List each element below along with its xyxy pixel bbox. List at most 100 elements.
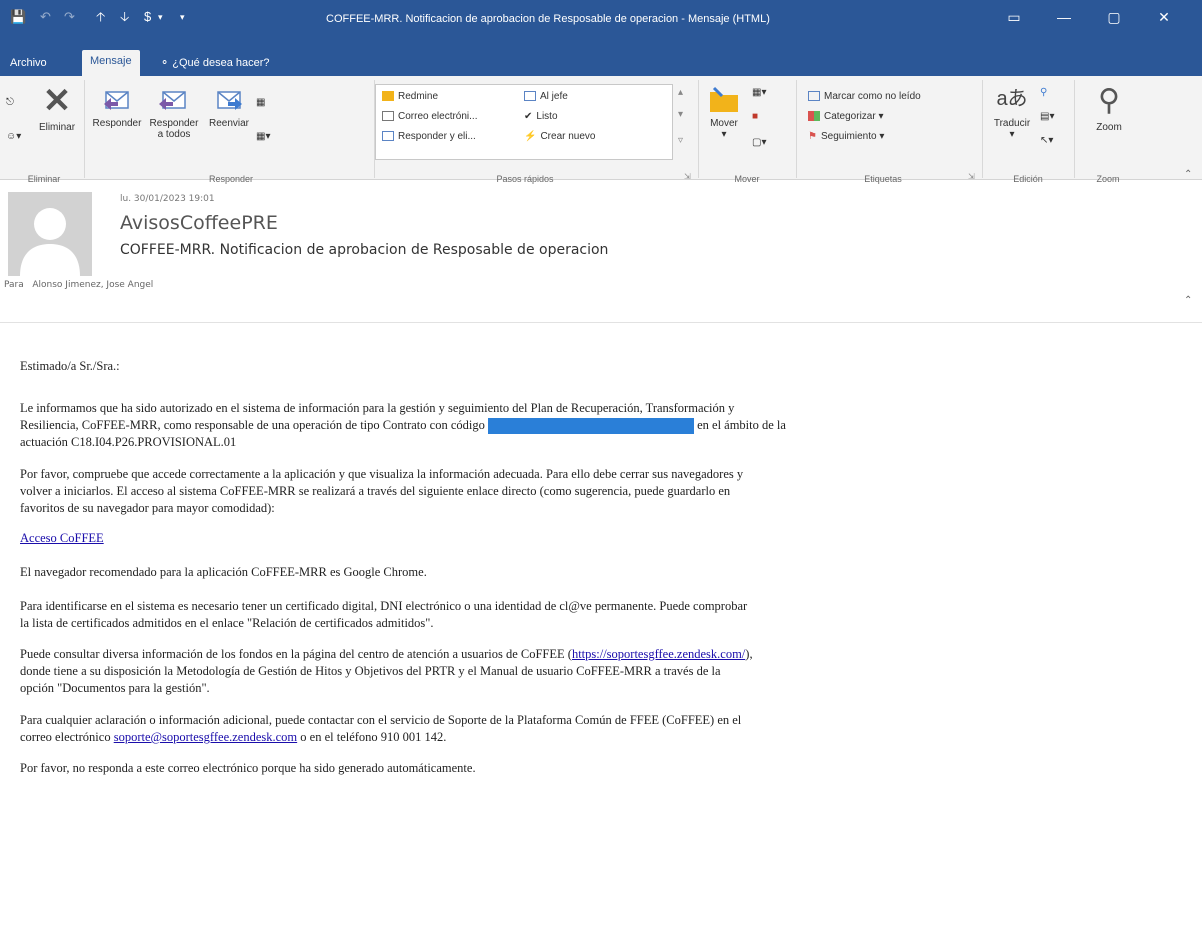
quick-step-label: Listo: [536, 111, 558, 122]
delete-label: Eliminar: [38, 122, 76, 133]
paragraph-4: Para identificarse en el sistema es nece…: [20, 598, 1190, 632]
gallery-expand[interactable]: ▿: [678, 134, 683, 148]
quick-step-label: Responder y eli...: [398, 131, 476, 142]
paragraph-line: Para cualquier aclaración o información …: [20, 713, 742, 727]
greeting: Estimado/a Sr./Sra.:: [20, 359, 120, 373]
group-label-mover: Mover: [734, 174, 760, 184]
forward-button[interactable]: Reenviar: [204, 84, 254, 129]
related-icon[interactable]: ▤▾: [1040, 110, 1054, 124]
group-label-pasos: Pasos rápidos: [496, 174, 554, 184]
paragraph-6: Para cualquier aclaración o información …: [20, 712, 1190, 746]
tab-mensaje[interactable]: Mensaje: [82, 50, 140, 76]
followup-button[interactable]: ⚑ Seguimiento ▾: [808, 130, 884, 144]
maximize-button[interactable]: ▢: [1094, 6, 1134, 28]
save-icon[interactable]: 💾: [10, 8, 26, 26]
dropdown-icon[interactable]: ▾: [158, 8, 163, 26]
access-link-line: Acceso CoFFEE: [20, 530, 1190, 547]
lightbulb-icon: ⚬: [160, 57, 173, 69]
unread-envelope-icon: [808, 91, 820, 102]
delete-button[interactable]: ✕ Eliminar: [36, 84, 78, 133]
arrow-up-icon[interactable]: 🡡: [96, 8, 105, 26]
paragraph-line: donde tiene a su disposición la Metodolo…: [20, 664, 721, 678]
customize-icon[interactable]: $: [144, 8, 151, 26]
recipient-name[interactable]: Alonso Jimenez, Jose Angel: [32, 280, 153, 290]
collapse-header-icon[interactable]: ⌃: [1184, 294, 1192, 308]
find-icon[interactable]: ⚲: [1040, 86, 1047, 100]
checkmark-icon: ✔: [524, 111, 533, 122]
tell-me-search[interactable]: ⚬ ¿Qué desea hacer?: [152, 52, 278, 74]
separator: [84, 80, 85, 178]
categorize-button[interactable]: Categorizar ▾: [808, 110, 884, 124]
group-label-responder: Responder: [208, 174, 254, 184]
redo-icon[interactable]: ↷: [64, 8, 75, 26]
close-button[interactable]: ✕: [1144, 6, 1184, 28]
to-label: Para: [4, 280, 24, 290]
dialog-launcher-icon[interactable]: ⇲: [968, 170, 975, 184]
reply-icon: [104, 91, 129, 110]
quick-step-done[interactable]: ✔ Listo: [524, 110, 558, 124]
text-span: Resiliencia, CoFFEE-MRR, como responsabl…: [20, 418, 485, 432]
group-label-zoom: Zoom: [1096, 174, 1120, 184]
folder-icon: [382, 91, 394, 102]
collapse-ribbon-icon[interactable]: ⌃: [1184, 168, 1192, 182]
move-label: Mover: [710, 118, 738, 129]
delete-x-icon: ✕: [42, 82, 72, 120]
quick-step-create[interactable]: ⚡ Crear nuevo: [524, 130, 595, 144]
group-label-edicion: Edición: [1013, 174, 1043, 184]
gallery-scroll-down[interactable]: ▾: [678, 108, 683, 122]
select-icon[interactable]: ↖▾: [1040, 134, 1053, 148]
title-bar: 💾 ↶ ↷ 🡡 🡣 $ ▾ ▾ COFFEE-MRR. Notificacion…: [0, 0, 1202, 48]
ribbon-display-icon[interactable]: ▭: [994, 6, 1034, 28]
reply-delete-icon: [382, 131, 394, 142]
paragraph-line: la lista de certificados admitidos en el…: [20, 616, 434, 630]
window-title: COFFEE-MRR. Notificacion de aprobacion d…: [326, 13, 770, 25]
tab-archivo[interactable]: Archivo: [2, 52, 55, 74]
undo-icon[interactable]: ↶: [40, 8, 51, 26]
envelope-icon: [382, 111, 394, 122]
quick-step-email[interactable]: Correo electróni...: [382, 110, 477, 124]
access-coffee-link[interactable]: Acceso CoFFEE: [20, 531, 104, 545]
quick-step-redmine[interactable]: Redmine: [382, 90, 438, 104]
more-respond-icon[interactable]: ▦▾: [256, 130, 270, 144]
paragraph-line: Le informamos que ha sido autorizado en …: [20, 401, 735, 415]
paragraph-line: correo electrónico soporte@soportesgffee…: [20, 729, 1190, 746]
sender-name[interactable]: AvisosCoffeePRE: [120, 212, 278, 234]
gallery-scroll-up[interactable]: ▴: [678, 86, 683, 100]
quick-step-label: Correo electróni...: [398, 111, 478, 122]
quick-step-boss[interactable]: Al jefe: [524, 90, 568, 104]
minimize-button[interactable]: —: [1044, 6, 1084, 28]
separator: [796, 80, 797, 178]
paragraph-line: Por favor, compruebe que accede correcta…: [20, 467, 744, 481]
zoom-button[interactable]: ⚲ Zoom: [1084, 84, 1134, 133]
avatar-person-icon: [20, 208, 80, 276]
dialog-launcher-icon[interactable]: ⇲: [684, 170, 691, 184]
message-subject: COFFEE-MRR. Notificacion de aprobacion d…: [120, 242, 609, 258]
forward-label: Reenviar: [208, 118, 250, 129]
move-button[interactable]: Mover ▾: [702, 84, 746, 140]
ignore-icon[interactable]: ⎋: [6, 96, 14, 110]
reply-button[interactable]: Responder: [90, 84, 144, 129]
mark-unread-button[interactable]: Marcar como no leído: [808, 90, 921, 104]
rules-icon[interactable]: ▦▾: [752, 86, 766, 100]
text-span: en el ámbito de la: [697, 418, 786, 432]
support-email-link[interactable]: soporte@soportesgffee.zendesk.com: [114, 730, 297, 744]
arrow-down-icon[interactable]: 🡣: [120, 8, 129, 26]
categorize-label: Categorizar: [824, 111, 876, 122]
quick-step-label: Crear nuevo: [540, 131, 596, 142]
reply-all-label-2: a todos: [157, 129, 191, 140]
support-site-link[interactable]: https://soportesgffee.zendesk.com/: [572, 647, 745, 661]
mark-unread-label: Marcar como no leído: [824, 91, 921, 102]
quick-step-reply-delete[interactable]: Responder y eli...: [382, 130, 476, 144]
zoom-label: Zoom: [1096, 122, 1122, 133]
reply-all-button[interactable]: Responder a todos: [144, 84, 204, 140]
translate-button[interactable]: aあ Traducir ▾: [990, 84, 1034, 140]
forward-icon: [217, 91, 242, 110]
junk-button[interactable]: ☺▾: [6, 130, 21, 144]
paragraph-7: Por favor, no responda a este correo ele…: [20, 761, 476, 775]
onenote-icon[interactable]: ■: [752, 110, 758, 124]
header-divider: [0, 322, 1202, 323]
meeting-reply-icon[interactable]: ▦: [256, 96, 265, 110]
actions-icon[interactable]: ▢▾: [752, 136, 766, 150]
more-icon[interactable]: ▾: [180, 8, 185, 26]
message-date: lu. 30/01/2023 19:01: [120, 194, 215, 204]
